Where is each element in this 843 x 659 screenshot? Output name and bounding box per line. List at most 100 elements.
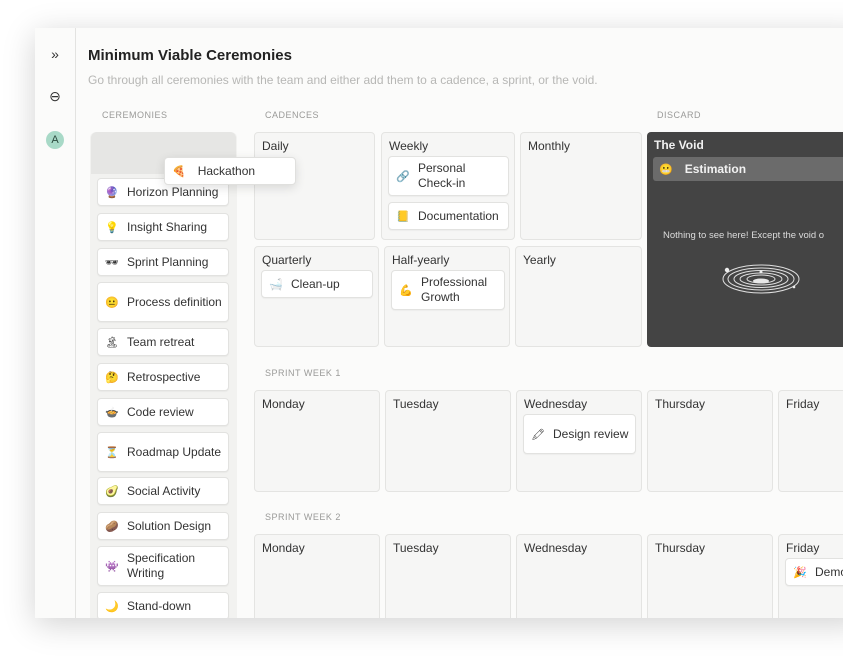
day-label: Monday (262, 397, 305, 411)
avatar[interactable]: A (46, 131, 64, 149)
ceremony-card-estimation[interactable]: 😬 Estimation (653, 157, 843, 181)
ceremony-label: Design review (553, 426, 629, 441)
island-icon: 🏝 (105, 336, 119, 349)
page-subtitle: Go through all ceremonies with the team … (88, 73, 598, 87)
ceremony-label: Stand-down (127, 598, 192, 613)
ceremony-card-design-review[interactable]: 🖍 Design review (523, 414, 636, 454)
ceremony-card-specification-writing[interactable]: 👾 Specification Writing (97, 546, 229, 586)
notebook-icon: 📒 (396, 210, 410, 223)
sprint1-wednesday[interactable]: Wednesday 🖍 Design review (516, 390, 642, 492)
crayon-icon: 🖍 (531, 428, 545, 441)
ceremony-card-stand-down[interactable]: 🌙 Stand-down (97, 592, 229, 618)
cadence-label: Weekly (389, 139, 429, 153)
sprint1-tuesday[interactable]: Tuesday (385, 390, 511, 492)
ceremony-label: Horizon Planning (127, 184, 219, 199)
day-label: Thursday (655, 397, 706, 411)
ceremony-label: Social Activity (127, 483, 201, 498)
ceremony-label: Professional Growth (421, 275, 488, 304)
ceremony-label: Roadmap Update (127, 444, 222, 459)
ceremony-label: Sprint Planning (127, 254, 209, 269)
cadence-label: Half-yearly (392, 253, 450, 267)
cadence-yearly[interactable]: Yearly (515, 246, 642, 347)
ceremony-label: Retrospective (127, 369, 201, 384)
section-label-discard: DISCARD (657, 110, 702, 120)
cadence-daily[interactable]: Daily (254, 132, 375, 240)
ceremony-card-personal-check-in[interactable]: 🔗 Personal Check-in (388, 156, 509, 196)
day-label: Tuesday (393, 397, 439, 411)
sprint2-wednesday[interactable]: Wednesday (516, 534, 642, 618)
cadence-label: Yearly (523, 253, 556, 267)
ceremony-card-demo[interactable]: 🎉 Demo (785, 558, 843, 586)
ceremony-label: Code review (127, 404, 194, 419)
void-empty-message: Nothing to see here! Except the void o (663, 230, 825, 241)
section-label-cadences: CADENCES (265, 110, 320, 120)
neutral-face-icon: 😐 (105, 296, 119, 309)
lightbulb-icon: 💡 (105, 221, 119, 234)
day-label: Tuesday (393, 541, 439, 555)
cadence-monthly[interactable]: Monthly (520, 132, 642, 240)
ceremony-card-code-review[interactable]: 🍲 Code review (97, 398, 229, 426)
day-label: Wednesday (524, 397, 588, 411)
ceremony-label: Team retreat (127, 334, 195, 349)
void-title: The Void (654, 138, 704, 152)
dragging-card-hackathon[interactable]: 🍕 Hackathon (164, 157, 296, 185)
app-window: » ⊖ A Minimum Viable Ceremonies Go throu… (35, 28, 843, 618)
hourglass-icon: ⏳ (105, 446, 119, 459)
sprint2-thursday[interactable]: Thursday (647, 534, 773, 618)
day-label: Friday (786, 541, 820, 555)
sprint2-friday[interactable]: Friday 🎉 Demo (778, 534, 843, 618)
cadence-quarterly[interactable]: Quarterly 🛁 Clean-up (254, 246, 379, 347)
black-hole-illustration (722, 264, 800, 294)
ceremony-card-solution-design[interactable]: 🥔 Solution Design (97, 512, 229, 540)
ceremony-card-professional-growth[interactable]: 💪 Professional Growth (391, 270, 505, 310)
ceremony-card-roadmap-update[interactable]: ⏳ Roadmap Update (97, 432, 229, 472)
day-label: Wednesday (524, 541, 588, 555)
section-label-sprint-week-1: SPRINT WEEK 1 (265, 368, 341, 378)
ceremony-card-documentation[interactable]: 📒 Documentation (388, 202, 509, 230)
sprint2-tuesday[interactable]: Tuesday (385, 534, 511, 618)
ceremony-card-team-retreat[interactable]: 🏝 Team retreat (97, 328, 229, 356)
ceremony-card-process-definition[interactable]: 😐 Process definition (97, 282, 229, 322)
moon-icon: 🌙 (105, 600, 119, 613)
thinking-face-icon: 🤔 (105, 371, 119, 384)
ceremony-label: Insight Sharing (127, 219, 208, 234)
ceremony-label: Estimation (684, 162, 747, 176)
ceremony-card-clean-up[interactable]: 🛁 Clean-up (261, 270, 373, 298)
page-title: Minimum Viable Ceremonies (88, 47, 292, 64)
sprint2-monday[interactable]: Monday (254, 534, 380, 618)
ceremony-label: Process definition (127, 294, 222, 309)
day-label: Thursday (655, 541, 706, 555)
sprint1-monday[interactable]: Monday (254, 390, 380, 492)
party-popper-icon: 🎉 (793, 566, 807, 579)
grimacing-face-icon: 😬 (659, 163, 673, 176)
alien-monster-icon: 👾 (105, 560, 119, 573)
the-void-panel[interactable]: The Void 😬 Estimation Nothing to see here… (647, 132, 843, 347)
pizza-icon: 🍕 (172, 165, 186, 178)
ceremony-label: Documentation (418, 208, 499, 223)
link-icon[interactable]: ⊖ (43, 84, 67, 108)
ceremony-card-insight-sharing[interactable]: 💡 Insight Sharing (97, 213, 229, 241)
day-label: Friday (786, 397, 820, 411)
ceremony-card-sprint-planning[interactable]: 🕶 Sprint Planning (97, 248, 229, 276)
cadence-label: Quarterly (262, 253, 312, 267)
ceremony-label: Personal Check-in (418, 161, 466, 190)
crystal-ball-icon: 🔮 (105, 186, 119, 199)
flexed-biceps-icon: 💪 (399, 284, 413, 297)
potato-icon: 🥔 (105, 520, 119, 533)
ceremony-card-social-activity[interactable]: 🥑 Social Activity (97, 477, 229, 505)
sprint1-thursday[interactable]: Thursday (647, 390, 773, 492)
sprint1-friday[interactable]: Friday (778, 390, 843, 492)
cadence-weekly[interactable]: Weekly 🔗 Personal Check-in 📒 Documentation (381, 132, 515, 240)
avocado-icon: 🥑 (105, 485, 119, 498)
cadence-label: Daily (262, 139, 289, 153)
sunglasses-icon: 🕶 (105, 256, 119, 269)
expand-sidebar-icon[interactable]: » (43, 42, 67, 66)
ceremony-label: Hackathon (197, 164, 256, 178)
cadence-half-yearly[interactable]: Half-yearly 💪 Professional Growth (384, 246, 510, 347)
link-icon: 🔗 (396, 170, 410, 183)
ceremony-label: Demo (815, 564, 843, 579)
pot-icon: 🍲 (105, 406, 119, 419)
ceremony-label: Solution Design (127, 518, 212, 533)
ceremony-card-retrospective[interactable]: 🤔 Retrospective (97, 363, 229, 391)
bathtub-icon: 🛁 (269, 278, 283, 291)
